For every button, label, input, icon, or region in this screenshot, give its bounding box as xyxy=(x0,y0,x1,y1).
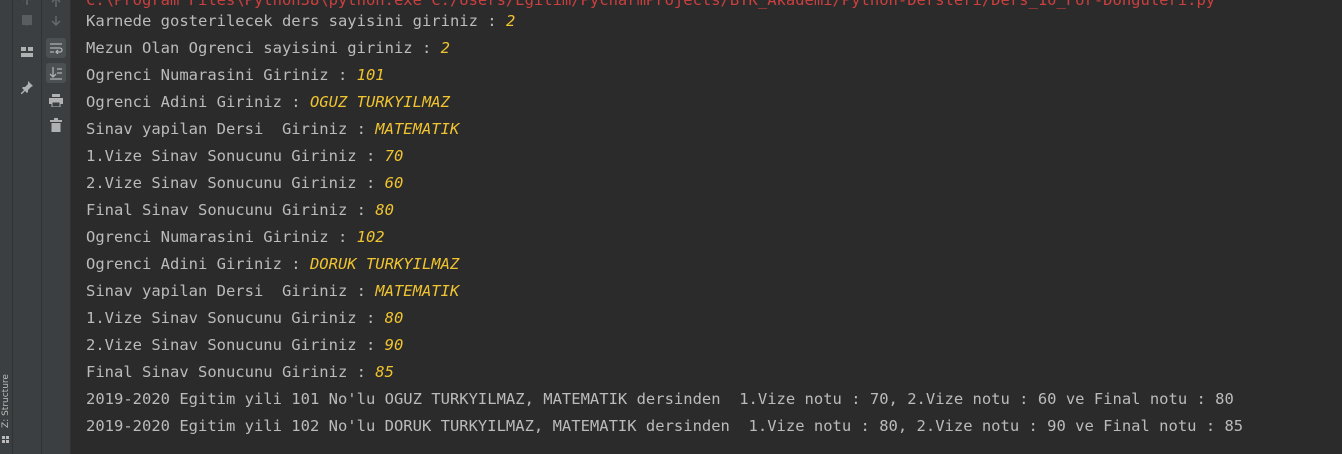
console-line: 1.Vize Sinav Sonucunu Giriniz : 80 xyxy=(86,308,403,328)
console-line: 2019-2020 Egitim yili 102 No'lu DORUK TU… xyxy=(86,416,1243,436)
console-prompt-text: 2.Vize Sinav Sonucunu Giriniz : xyxy=(86,174,385,192)
console-prompt-text: Mezun Olan Ogrenci sayisini giriniz : xyxy=(86,39,441,57)
console-user-input: MATEMATIK xyxy=(375,120,460,138)
console-line: 1.Vize Sinav Sonucunu Giriniz : 70 xyxy=(86,146,403,166)
console-user-input: 80 xyxy=(384,309,404,327)
console-line: Ogrenci Adini Giriniz : OGUZ TURKYILMAZ xyxy=(86,92,450,112)
console-prompt-text: Final Sinav Sonucunu Giriniz : xyxy=(86,363,376,381)
console-prompt-text: Sinav yapilan Dersi Giriniz : xyxy=(86,282,376,300)
structure-icon xyxy=(2,436,9,443)
down-button[interactable] xyxy=(46,11,66,31)
pin-tab-button[interactable] xyxy=(17,77,37,97)
console-line: Ogrenci Numarasini Giriniz : 102 xyxy=(86,227,385,247)
console-line: Sinav yapilan Dersi Giriniz : MATEMATIK xyxy=(86,119,459,139)
console-user-input: 80 xyxy=(375,201,394,219)
console-prompt-text: Ogrenci Numarasini Giriniz : xyxy=(86,66,357,84)
arrow-up-icon xyxy=(51,0,61,7)
scroll-up-icon xyxy=(23,0,31,5)
console-line: Ogrenci Numarasini Giriniz : 101 xyxy=(86,65,385,85)
trash-icon xyxy=(50,118,62,132)
console-user-input: DORUK TURKYILMAZ xyxy=(309,255,460,273)
console-line: Final Sinav Sonucunu Giriniz : 80 xyxy=(86,200,394,220)
console-line: Karnede gosterilecek ders sayisini girin… xyxy=(86,11,515,31)
console-line: Ogrenci Adini Giriniz : DORUK TURKYILMAZ xyxy=(86,254,459,274)
console-output[interactable]: C:\Program Files\Python38\python.exe C:/… xyxy=(71,0,1342,454)
console-line: 2019-2020 Egitim yili 101 No'lu OGUZ TUR… xyxy=(86,389,1234,409)
run-tool-window: Z: Structure C:\Program Files\Python38\p… xyxy=(0,0,1342,454)
left-tool-strip: Z: Structure xyxy=(0,0,13,454)
scroll-to-end-button[interactable] xyxy=(46,63,66,83)
console-line: Final Sinav Sonucunu Giriniz : 85 xyxy=(86,362,394,382)
console-line: Sinav yapilan Dersi Giriniz : MATEMATIK xyxy=(86,281,459,301)
console-user-input: 101 xyxy=(356,66,385,84)
print-icon xyxy=(49,93,63,107)
run-command-line: C:\Program Files\Python38\python.exe C:/… xyxy=(86,0,1216,9)
console-prompt-text: 2.Vize Sinav Sonucunu Giriniz : xyxy=(86,336,385,354)
arrow-down-icon xyxy=(51,16,61,26)
console-line: 2.Vize Sinav Sonucunu Giriniz : 60 xyxy=(86,173,403,193)
console-user-input: 60 xyxy=(384,174,404,192)
clear-all-button[interactable] xyxy=(46,115,66,135)
print-button[interactable] xyxy=(46,90,66,110)
console-prompt-text: Ogrenci Adini Giriniz : xyxy=(86,255,310,273)
pin-icon xyxy=(21,81,33,94)
console-user-input: MATEMATIK xyxy=(375,282,460,300)
console-prompt-text: Final Sinav Sonucunu Giriniz : xyxy=(86,201,376,219)
console-prompt-text: 2019-2020 Egitim yili 101 No'lu OGUZ TUR… xyxy=(86,390,1234,408)
scroll-up-button[interactable] xyxy=(17,0,37,10)
console-user-input: 90 xyxy=(384,336,404,354)
console-prompt-text: 1.Vize Sinav Sonucunu Giriniz : xyxy=(86,147,385,165)
run-toolbar-left xyxy=(13,0,42,454)
console-line: Mezun Olan Ogrenci sayisini giriniz : 2 xyxy=(86,38,450,58)
console-prompt-text: Sinav yapilan Dersi Giriniz : xyxy=(86,120,376,138)
console-prompt-text: Karnede gosterilecek ders sayisini girin… xyxy=(86,12,506,30)
stop-button[interactable] xyxy=(17,10,37,30)
console-user-input: OGUZ TURKYILMAZ xyxy=(309,93,450,111)
scroll-to-end-icon xyxy=(49,67,62,80)
console-user-input: 2 xyxy=(440,39,450,57)
soft-wrap-icon xyxy=(50,43,63,54)
console-user-input: 102 xyxy=(356,228,385,246)
console-user-input: 85 xyxy=(375,363,394,381)
console-line: 2.Vize Sinav Sonucunu Giriniz : 90 xyxy=(86,335,403,355)
layout-button[interactable] xyxy=(17,42,37,62)
layout-icon xyxy=(21,47,33,57)
run-toolbar-right xyxy=(42,0,71,454)
console-prompt-text: Ogrenci Numarasini Giriniz : xyxy=(86,228,357,246)
structure-tab[interactable]: Z: Structure xyxy=(0,368,12,448)
console-prompt-text: 2019-2020 Egitim yili 102 No'lu DORUK TU… xyxy=(86,417,1244,435)
stop-icon xyxy=(22,15,32,25)
console-prompt-text: 1.Vize Sinav Sonucunu Giriniz : xyxy=(86,309,385,327)
console-user-input: 2 xyxy=(505,12,516,30)
structure-tab-label: Z: Structure xyxy=(1,374,11,428)
soft-wrap-button[interactable] xyxy=(46,38,66,58)
console-user-input: 70 xyxy=(384,147,404,165)
console-prompt-text: Ogrenci Adini Giriniz : xyxy=(86,93,310,111)
